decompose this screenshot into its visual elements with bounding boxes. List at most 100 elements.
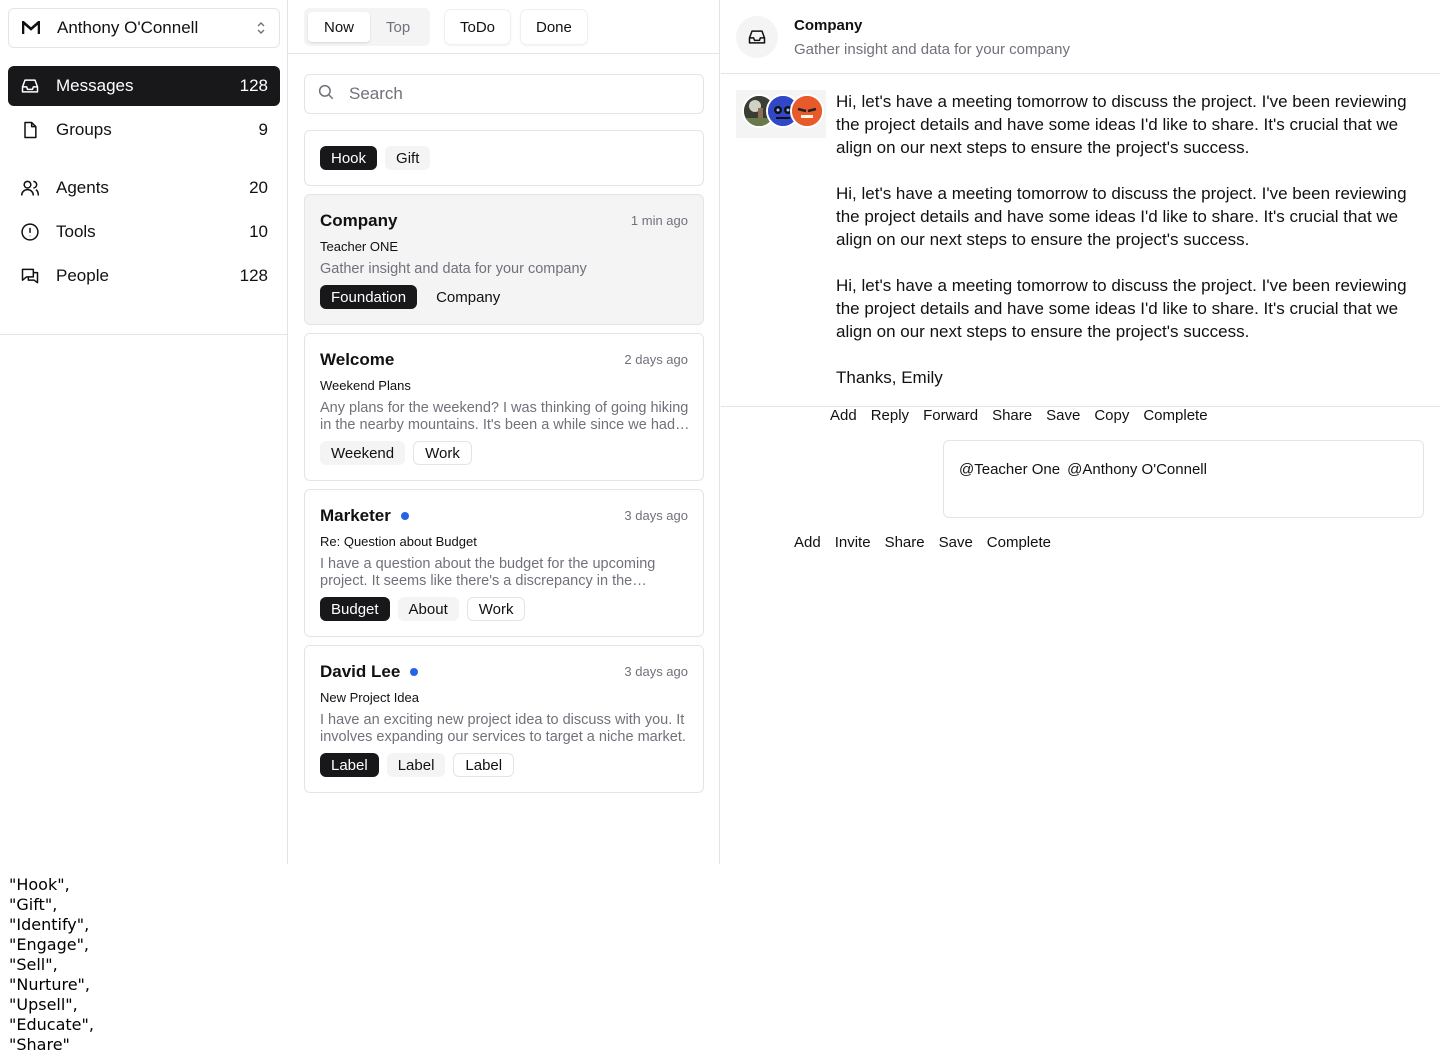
message-tag[interactable]: Budget <box>320 597 390 621</box>
detail-subtitle: Gather insight and data for your company <box>794 41 1070 58</box>
add-button[interactable]: Add <box>794 534 821 551</box>
save-button[interactable]: Save <box>939 534 973 551</box>
sidebar-item-tools[interactable]: Tools 10 <box>8 212 280 252</box>
message-preview: Any plans for the weekend? I was thinkin… <box>320 400 689 433</box>
alert-circle-icon <box>20 222 40 242</box>
message-tag[interactable]: Company <box>425 285 511 309</box>
tab-top[interactable]: Top <box>370 12 426 42</box>
todo-button[interactable]: ToDo <box>445 10 511 44</box>
sidebar-item-count: 9 <box>258 120 268 139</box>
stray-list-item: "Sell", <box>9 955 58 974</box>
message-tag[interactable]: About <box>397 597 459 621</box>
message-paragraph: Hi, let's have a meeting tomorrow to dis… <box>836 92 1407 157</box>
sidebar-item-label: Groups <box>56 120 112 139</box>
share-button[interactable]: Share <box>992 407 1032 424</box>
stray-list-item: "Identify", <box>9 915 90 934</box>
message-title: Welcome <box>320 350 395 369</box>
message-list-panel: Now Top ToDo Done Hook Gift Company 1 mi… <box>288 0 720 864</box>
chevrons-up-down-icon <box>255 20 267 36</box>
message-preview: I have an exciting new project idea to d… <box>320 712 686 745</box>
message-tag[interactable]: Label <box>453 753 515 777</box>
users-icon <box>20 178 40 198</box>
message-card-company[interactable]: Company 1 min ago Teacher ONE Gather ins… <box>304 194 704 325</box>
forward-button[interactable]: Forward <box>923 407 978 424</box>
gmail-logo-icon <box>21 18 41 38</box>
message-card-david-lee[interactable]: David Lee 3 days ago New Project Idea I … <box>304 645 704 793</box>
sidebar-item-label: Tools <box>56 222 96 241</box>
sidebar-divider <box>0 334 287 335</box>
message-tag[interactable]: Work <box>413 441 472 465</box>
sidebar-item-groups[interactable]: Groups 9 <box>8 110 280 150</box>
message-paragraph: Hi, let's have a meeting tomorrow to dis… <box>836 184 1407 249</box>
search-input[interactable] <box>349 84 689 104</box>
message-subject: Weekend Plans <box>320 378 411 393</box>
file-icon <box>20 120 40 140</box>
sidebar-item-agents[interactable]: Agents 20 <box>8 168 280 208</box>
avatar <box>790 94 824 128</box>
mention-chip[interactable]: @Teacher One <box>959 461 1060 497</box>
sidebar-item-label: Agents <box>56 178 109 197</box>
message-time: 3 days ago <box>624 664 688 679</box>
search-icon <box>317 83 335 106</box>
message-tags: Budget About Work <box>320 597 526 621</box>
stray-tag-list: "Hook", "Gift", "Identify", "Engage", "S… <box>9 875 94 1054</box>
message-tag[interactable]: Label <box>386 753 446 777</box>
message-body: Hi, let's have a meeting tomorrow to dis… <box>836 90 1426 412</box>
stray-list-item: "Hook", <box>9 875 70 894</box>
sidebar-item-label: People <box>56 266 109 285</box>
message-tag[interactable]: Weekend <box>320 441 406 465</box>
message-card-welcome[interactable]: Welcome 2 days ago Weekend Plans Any pla… <box>304 333 704 481</box>
toolbar-divider <box>288 53 719 54</box>
filter-tag-hook[interactable]: Hook <box>320 146 378 170</box>
message-subject: New Project Idea <box>320 690 419 705</box>
reply-button[interactable]: Reply <box>871 407 909 424</box>
message-paragraph: Hi, let's have a meeting tomorrow to dis… <box>836 276 1407 341</box>
messages-icon <box>20 266 40 286</box>
inbox-icon <box>736 16 778 58</box>
message-subject: Teacher ONE <box>320 239 399 254</box>
message-tag[interactable]: Foundation <box>320 285 418 309</box>
message-tags: Label Label Label <box>320 753 515 777</box>
sidebar-item-label: Messages <box>56 76 134 95</box>
message-tags: Weekend Work <box>320 441 472 465</box>
copy-button[interactable]: Copy <box>1094 407 1129 424</box>
filter-tag-gift[interactable]: Gift <box>385 146 431 170</box>
sidebar: Anthony O'Connell Messages 128 Groups 9 … <box>0 0 288 864</box>
detail-header-divider <box>721 73 1440 74</box>
complete-button[interactable]: Complete <box>987 534 1051 551</box>
mention-chip[interactable]: @Anthony O'Connell <box>1067 461 1207 497</box>
reply-composer[interactable]: @Teacher One @Anthony O'Connell <box>943 440 1424 518</box>
message-preview: I have a question about the budget for t… <box>320 556 656 589</box>
stray-list-item: "Educate", <box>9 1015 94 1034</box>
share-button[interactable]: Share <box>885 534 925 551</box>
search-box <box>304 74 704 114</box>
unread-dot <box>410 668 419 676</box>
stray-list-item: "Upsell", <box>9 995 78 1014</box>
sidebar-item-people[interactable]: People 128 <box>8 256 280 296</box>
message-tag[interactable]: Work <box>466 597 526 621</box>
message-tag[interactable]: Label <box>320 753 379 777</box>
message-time: 2 days ago <box>624 352 688 367</box>
detail-title: Company <box>794 17 863 34</box>
message-title: David Lee <box>320 662 419 682</box>
invite-button[interactable]: Invite <box>835 534 871 551</box>
inbox-icon <box>20 76 40 96</box>
message-card-marketer[interactable]: Marketer 3 days ago Re: Question about B… <box>304 489 704 637</box>
done-button[interactable]: Done <box>521 10 587 44</box>
add-button[interactable]: Add <box>830 407 857 424</box>
time-filter-toggle: Now Top <box>304 8 431 46</box>
unread-dot <box>400 512 409 520</box>
complete-button[interactable]: Complete <box>1143 407 1207 424</box>
message-time: 1 min ago <box>630 213 688 228</box>
sidebar-item-count: 128 <box>239 266 268 285</box>
sidebar-item-messages[interactable]: Messages 128 <box>8 66 280 106</box>
message-time: 3 days ago <box>624 508 688 523</box>
message-preview: Gather insight and data for your company <box>320 261 587 277</box>
stray-list-item: "Share" <box>9 1035 70 1054</box>
sidebar-item-count: 128 <box>239 76 268 95</box>
account-switcher[interactable]: Anthony O'Connell <box>8 8 280 48</box>
participant-avatars <box>736 90 826 138</box>
composer-actions: Add Invite Share Save Complete <box>794 534 1051 551</box>
save-button[interactable]: Save <box>1046 407 1080 424</box>
tab-now[interactable]: Now <box>308 12 371 42</box>
